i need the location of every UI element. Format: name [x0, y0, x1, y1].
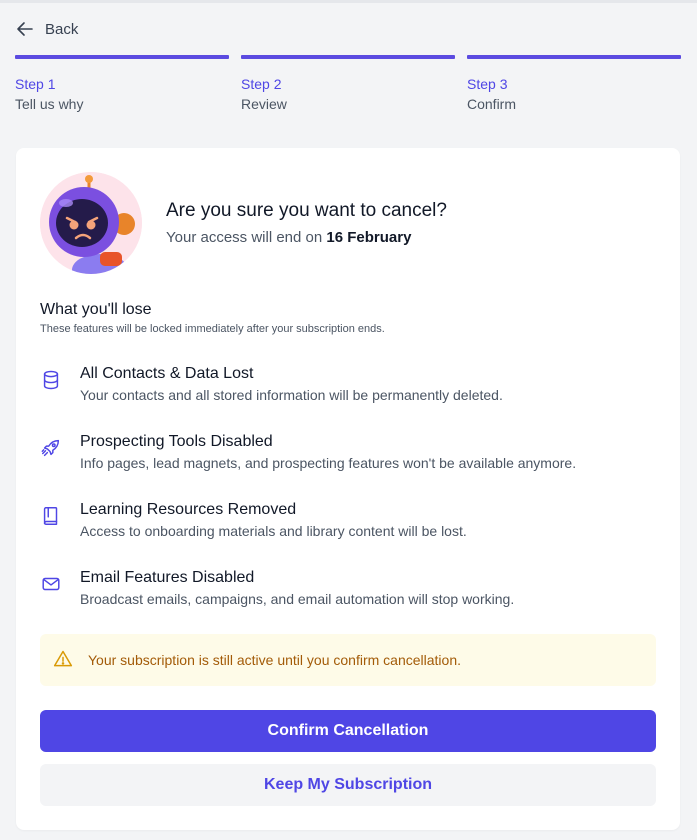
step-3-number: Step 3	[467, 76, 508, 92]
book-icon	[43, 507, 58, 525]
warning-text: Your subscription is still active until …	[88, 652, 461, 668]
feature-title: All Contacts & Data Lost	[80, 365, 254, 382]
step-1: Step 1 Tell us why	[15, 55, 229, 113]
rocket-icon	[41, 439, 60, 457]
feature-title: Prospecting Tools Disabled	[80, 433, 273, 450]
feature-title: Email Features Disabled	[80, 569, 255, 586]
mail-icon	[42, 577, 60, 591]
back-label: Back	[45, 20, 79, 38]
step-1-number: Step 1	[15, 76, 56, 92]
feature-description: Info pages, lead magnets, and prospectin…	[80, 455, 577, 471]
arrow-left-icon	[17, 22, 33, 36]
page-title: Are you sure you want to cancel?	[166, 200, 447, 221]
feature-description: Broadcast emails, campaigns, and email a…	[80, 591, 515, 607]
warning-triangle-icon	[53, 650, 73, 667]
back-button[interactable]: Back	[15, 18, 78, 40]
step-3: Step 3 Confirm	[467, 55, 681, 113]
feature-description: Access to onboarding materials and libra…	[80, 523, 467, 539]
step-2-progress-bar	[241, 55, 455, 59]
access-end-text: Your access will end on 16 February	[166, 229, 411, 246]
sad-robot-avatar	[40, 172, 142, 274]
step-3-progress-bar	[467, 55, 681, 59]
feature-title: Learning Resources Removed	[80, 501, 297, 518]
access-end-date: 16 February	[326, 229, 412, 246]
confirm-cancellation-button[interactable]: Confirm Cancellation	[40, 710, 656, 752]
step-3-name: Confirm	[467, 96, 517, 112]
access-end-prefix: Your access will end on	[166, 229, 327, 246]
feature-description: Your contacts and all stored information…	[80, 387, 503, 403]
sad-robot-illustration	[40, 172, 142, 274]
warning-notice: Your subscription is still active until …	[40, 634, 656, 686]
top-border	[0, 0, 697, 3]
lose-section-subtitle: These features will be locked immediatel…	[40, 323, 385, 335]
keep-subscription-button[interactable]: Keep My Subscription	[40, 764, 656, 806]
step-2-number: Step 2	[241, 76, 282, 92]
step-1-name: Tell us why	[15, 96, 84, 112]
database-icon	[43, 370, 59, 390]
step-2-name: Review	[241, 96, 287, 112]
lose-section-title: What you'll lose	[40, 301, 152, 318]
cancel-card: Are you sure you want to cancel? Your ac…	[16, 148, 680, 830]
stepper: Step 1 Tell us why Step 2 Review Step 3 …	[15, 55, 681, 113]
step-2: Step 2 Review	[241, 55, 455, 113]
step-1-progress-bar	[15, 55, 229, 59]
